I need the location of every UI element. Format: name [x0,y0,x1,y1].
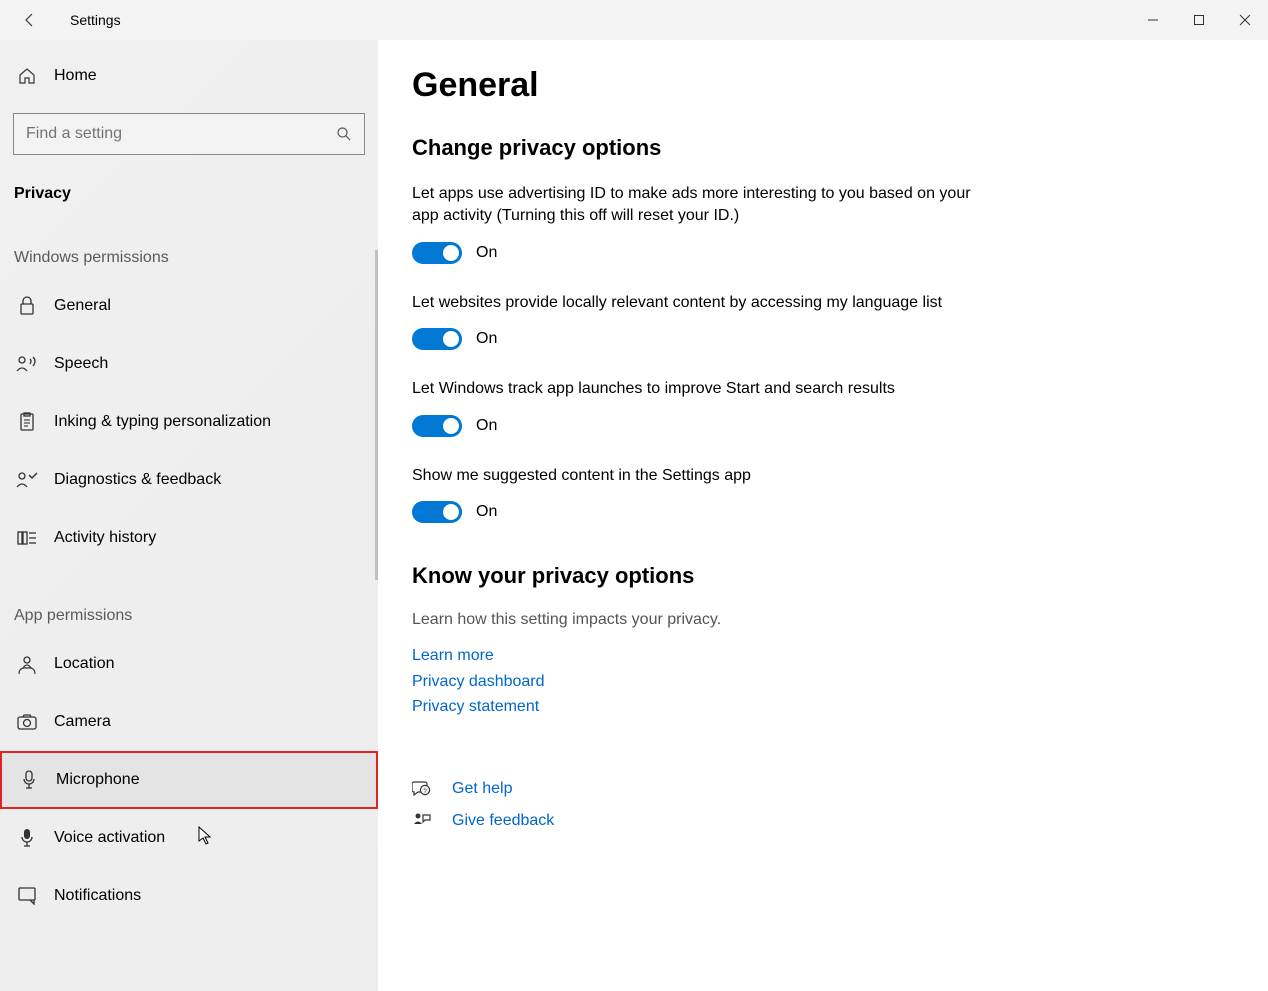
sidebar-home[interactable]: Home [0,48,378,103]
activity-icon [14,529,40,547]
sidebar-item-general[interactable]: General [0,277,378,335]
know-subtitle: Learn how this setting impacts your priv… [412,611,1234,629]
sidebar-item-speech[interactable]: Speech [0,335,378,393]
sidebar-home-label: Home [54,67,97,85]
maximize-button[interactable] [1176,4,1222,36]
sidebar-item-inking-typing-personalization[interactable]: Inking & typing personalization [0,393,378,451]
content-pane: General Change privacy options Let apps … [378,40,1268,991]
toggle-state-label: On [476,417,497,435]
give-feedback-row: Give feedback [412,812,1234,830]
toggle-switch[interactable] [412,415,462,437]
privacy-links: Learn morePrivacy dashboardPrivacy state… [412,643,1234,720]
search-box[interactable] [13,113,365,155]
lock-icon [14,296,40,316]
search-input[interactable] [26,125,336,143]
toggle-switch[interactable] [412,328,462,350]
privacy-link[interactable]: Learn more [412,643,1234,669]
location-icon [14,654,40,674]
search-icon [336,126,352,142]
section-title: Change privacy options [412,135,1234,161]
maximize-icon [1193,14,1205,26]
option-description: Let apps use advertising ID to make ads … [412,183,972,228]
arrow-left-icon [22,12,38,28]
toggle-state-label: On [476,330,497,348]
privacy-option: Show me suggested content in the Setting… [412,465,972,523]
help-icon: ? [412,780,432,798]
microphone-icon [16,770,42,790]
option-description: Let Windows track app launches to improv… [412,378,972,400]
get-help-row: ? Get help [412,780,1234,798]
sidebar-item-camera[interactable]: Camera [0,693,378,751]
toggle-switch[interactable] [412,242,462,264]
privacy-option: Let apps use advertising ID to make ads … [412,183,972,264]
privacy-link[interactable]: Privacy statement [412,694,1234,720]
sidebar-item-label: Inking & typing personalization [54,413,271,431]
sidebar-item-label: Speech [54,355,108,373]
option-description: Let websites provide locally relevant co… [412,292,972,314]
sidebar-item-diagnostics-feedback[interactable]: Diagnostics & feedback [0,451,378,509]
sidebar-item-label: Voice activation [54,829,165,847]
feedback-icon [412,812,432,830]
toggle-switch[interactable] [412,501,462,523]
sidebar-item-label: Notifications [54,887,141,905]
close-icon [1239,14,1251,26]
voice-icon [14,828,40,848]
privacy-option: Let websites provide locally relevant co… [412,292,972,350]
minimize-button[interactable] [1130,4,1176,36]
privacy-link[interactable]: Privacy dashboard [412,669,1234,695]
sidebar-item-microphone[interactable]: Microphone [0,751,378,809]
window-title: Settings [70,12,121,28]
sidebar-item-label: Location [54,655,115,673]
sidebar-item-label: Activity history [54,529,156,547]
sidebar-item-activity-history[interactable]: Activity history [0,509,378,567]
sidebar-item-voice-activation[interactable]: Voice activation [0,809,378,867]
camera-icon [14,714,40,730]
sidebar: Home Privacy Windows permissions General… [0,40,378,991]
give-feedback-link[interactable]: Give feedback [452,812,554,830]
back-button[interactable] [15,5,45,35]
sidebar-item-location[interactable]: Location [0,635,378,693]
sidebar-item-notifications[interactable]: Notifications [0,867,378,925]
window-controls [1130,4,1268,36]
home-icon [16,66,38,86]
sidebar-section-label: Privacy [0,155,378,209]
sidebar-item-label: Microphone [56,771,140,789]
sidebar-item-label: Diagnostics & feedback [54,471,221,489]
get-help-link[interactable]: Get help [452,780,512,798]
close-button[interactable] [1222,4,1268,36]
toggle-state-label: On [476,244,497,262]
sidebar-group-windows: Windows permissions [0,209,378,277]
inking-icon [14,412,40,432]
know-title: Know your privacy options [412,563,1234,589]
option-description: Show me suggested content in the Setting… [412,465,972,487]
speech-icon [14,355,40,373]
sidebar-group-app: App permissions [0,567,378,635]
page-title: General [412,66,1234,105]
notifications-icon [14,887,40,905]
privacy-option: Let Windows track app launches to improv… [412,378,972,436]
diagnostics-icon [14,471,40,489]
titlebar: Settings [0,0,1268,40]
minimize-icon [1147,14,1159,26]
toggle-state-label: On [476,503,497,521]
sidebar-item-label: General [54,297,111,315]
sidebar-item-label: Camera [54,713,111,731]
